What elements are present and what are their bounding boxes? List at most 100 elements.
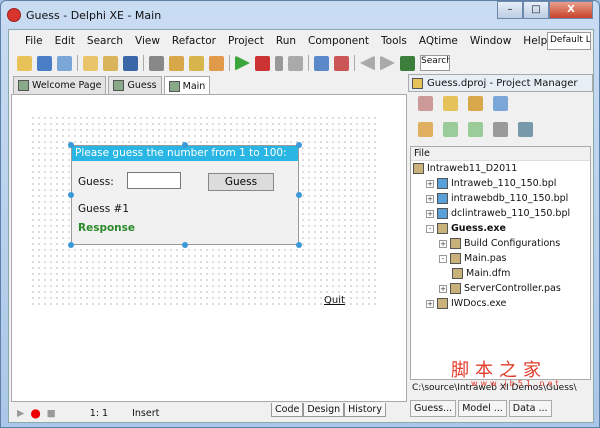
menu-tools[interactable]: Tools: [381, 35, 407, 47]
form-designer[interactable]: Please guess the number from 1 to 100: G…: [11, 94, 407, 402]
menu-help[interactable]: Help: [523, 35, 547, 47]
exe-icon: [437, 223, 448, 234]
tree-node[interactable]: Intraweb11_D2011: [411, 161, 590, 176]
new-icon[interactable]: [17, 55, 32, 71]
separator: [143, 55, 144, 71]
open-icon[interactable]: [83, 55, 98, 71]
selection-handle[interactable]: [296, 192, 302, 198]
tree-node[interactable]: + ServerController.pas: [411, 281, 590, 296]
panel-tab[interactable]: Guess...: [410, 400, 457, 417]
back-icon[interactable]: [360, 55, 375, 71]
iw-region[interactable]: Please guess the number from 1 to 100: G…: [71, 145, 299, 245]
build-icon[interactable]: [518, 122, 533, 137]
insert-mode: Insert: [132, 407, 160, 419]
options-icon[interactable]: [493, 96, 508, 111]
file-icon: [450, 253, 461, 264]
tree-node[interactable]: Main.dfm: [411, 266, 590, 281]
windows-icon[interactable]: [37, 55, 52, 71]
response-label: Response: [78, 222, 136, 234]
maximize-button[interactable]: □: [523, 1, 549, 19]
open-project-icon[interactable]: [103, 55, 118, 71]
pause-icon[interactable]: [275, 55, 283, 71]
forward-icon[interactable]: [380, 55, 395, 71]
stop-macro-icon[interactable]: ■: [47, 408, 56, 419]
step-icon[interactable]: [314, 55, 329, 71]
remove-item-icon[interactable]: [468, 96, 483, 111]
selection-handle[interactable]: [182, 242, 188, 248]
menu-run[interactable]: Run: [276, 35, 296, 47]
guess-button[interactable]: Guess: [208, 173, 274, 191]
search-combo[interactable]: Search: [420, 55, 450, 71]
remove-icon[interactable]: [209, 55, 224, 71]
tree-node[interactable]: - Guess.exe: [411, 221, 590, 236]
trace-icon[interactable]: [334, 55, 349, 71]
menu-search[interactable]: Search: [87, 35, 123, 47]
tab-code[interactable]: Code: [271, 403, 304, 417]
activate-icon[interactable]: [418, 96, 433, 111]
expander-icon[interactable]: +: [426, 299, 434, 308]
node-label: Build Configurations: [464, 238, 561, 249]
add-icon[interactable]: [189, 55, 204, 71]
book-icon[interactable]: [400, 55, 415, 71]
tab-icon: [18, 80, 29, 91]
tab-main[interactable]: Main: [163, 76, 211, 96]
tab-welcome-page[interactable]: Welcome Page: [13, 76, 107, 94]
form-icon[interactable]: [169, 55, 184, 71]
tree-node[interactable]: + intrawebdb_110_150.bpl: [411, 191, 590, 206]
menu-component[interactable]: Component: [308, 35, 369, 47]
expander-icon[interactable]: -: [439, 254, 447, 263]
stop-icon[interactable]: [288, 55, 303, 71]
node-label: Intraweb11_D2011: [427, 163, 518, 174]
tree-node[interactable]: + Intraweb_110_150.bpl: [411, 176, 590, 191]
expand-icon[interactable]: [443, 122, 458, 137]
expander-icon[interactable]: +: [439, 284, 447, 293]
run-icon[interactable]: [235, 55, 250, 71]
expander-icon[interactable]: +: [426, 179, 434, 188]
menu-aqtime[interactable]: AQtime: [419, 35, 458, 47]
expander-icon[interactable]: +: [426, 209, 434, 218]
tab-guess[interactable]: Guess: [108, 76, 162, 94]
tree-node[interactable]: + Build Configurations: [411, 236, 590, 251]
save-icon[interactable]: [123, 55, 138, 71]
close-button[interactable]: X: [549, 1, 593, 19]
expander-icon[interactable]: -: [426, 224, 434, 233]
tab-history[interactable]: History: [344, 403, 386, 417]
menu-project[interactable]: Project: [228, 35, 264, 47]
project-tree[interactable]: File Intraweb11_D2011 + Intraweb_110_150.b…: [410, 146, 591, 380]
menu-window[interactable]: Window: [470, 35, 511, 47]
node-label: Guess.exe: [451, 223, 506, 234]
package-icon: [437, 208, 448, 219]
menu-view[interactable]: View: [135, 35, 160, 47]
collapse-icon[interactable]: [468, 122, 483, 137]
selection-handle[interactable]: [296, 242, 302, 248]
debug-icon[interactable]: [255, 55, 270, 71]
menu-file[interactable]: File: [25, 35, 43, 47]
tree-column-header[interactable]: File: [411, 147, 590, 161]
expander-icon[interactable]: +: [426, 194, 434, 203]
play-macro-icon[interactable]: ▶: [17, 408, 24, 419]
guess-input[interactable]: [127, 172, 181, 189]
selection-handle[interactable]: [68, 192, 74, 198]
save-all-icon[interactable]: [57, 55, 72, 71]
quit-link[interactable]: Quit: [324, 295, 345, 306]
selection-handle[interactable]: [68, 242, 74, 248]
view-icon[interactable]: [493, 122, 508, 137]
record-macro-icon[interactable]: ●: [30, 406, 40, 420]
tree-node[interactable]: - Main.pas: [411, 251, 590, 266]
layout-combo[interactable]: Default Layout: [547, 32, 591, 50]
selection-handle[interactable]: [68, 142, 74, 148]
selection-handle[interactable]: [296, 142, 302, 148]
sync-icon[interactable]: [418, 122, 433, 137]
selection-handle[interactable]: [182, 142, 188, 148]
unit-icon[interactable]: [149, 55, 164, 71]
panel-tab[interactable]: Data ...: [508, 400, 552, 417]
menu-edit[interactable]: Edit: [55, 35, 75, 47]
tree-node[interactable]: + dclintraweb_110_150.bpl: [411, 206, 590, 221]
menu-refactor[interactable]: Refactor: [172, 35, 216, 47]
tab-design[interactable]: Design: [303, 403, 345, 417]
panel-tab[interactable]: Model ...: [458, 400, 507, 417]
expander-icon[interactable]: +: [439, 239, 447, 248]
new-item-icon[interactable]: [443, 96, 458, 111]
tree-node[interactable]: + IWDocs.exe: [411, 296, 590, 311]
minimize-button[interactable]: –: [497, 1, 523, 19]
